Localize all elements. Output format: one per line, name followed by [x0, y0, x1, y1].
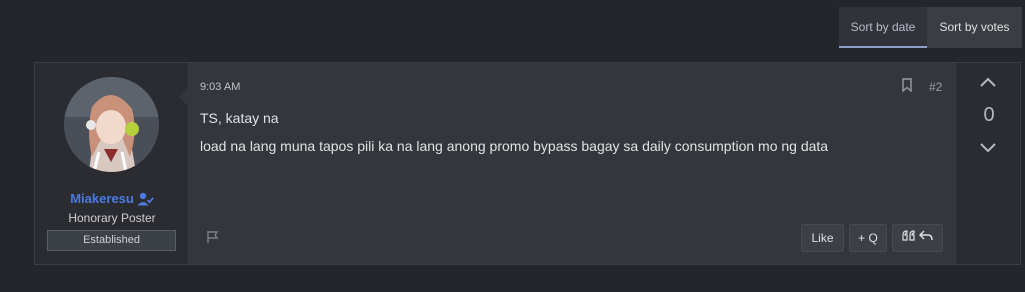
quote-icon: [902, 230, 916, 245]
quote-reply-button[interactable]: [892, 224, 943, 252]
user-info: Miakeresu Honorary Poster Established: [35, 63, 189, 264]
user-check-icon: [137, 192, 154, 209]
vote-count: 0: [983, 104, 995, 126]
reply-icon: [919, 230, 933, 245]
post: Miakeresu Honorary Poster Established 9:…: [34, 62, 1021, 265]
multiquote-button[interactable]: + Q: [849, 224, 887, 252]
post-number[interactable]: #2: [929, 80, 942, 94]
speech-arrow: [179, 87, 189, 107]
avatar-image: [64, 77, 159, 172]
sort-by-date-tab[interactable]: Sort by date: [839, 7, 927, 48]
flag-icon[interactable]: [206, 230, 220, 249]
like-button[interactable]: Like: [801, 224, 844, 252]
sort-tabs: Sort by date Sort by votes: [839, 7, 1022, 48]
post-timestamp[interactable]: 9:03 AM: [200, 81, 240, 93]
vote-panel: 0: [956, 63, 1020, 264]
post-text-line: TS, katay na: [200, 110, 279, 126]
post-content: 9:03 AM #2 TS, katay na load na lang mun…: [189, 63, 956, 264]
post-text-line: load na lang muna tapos pili ka na lang …: [200, 138, 829, 154]
chevron-down-icon[interactable]: [979, 141, 997, 159]
chevron-up-icon[interactable]: [979, 75, 997, 93]
username-link[interactable]: Miakeresu: [70, 191, 134, 206]
status-badge: Established: [47, 230, 176, 251]
username-row: Miakeresu: [35, 191, 189, 209]
user-title: Honorary Poster: [68, 211, 156, 225]
bookmark-icon[interactable]: [901, 78, 913, 97]
sort-by-votes-tab[interactable]: Sort by votes: [927, 7, 1022, 48]
avatar[interactable]: [64, 77, 159, 172]
